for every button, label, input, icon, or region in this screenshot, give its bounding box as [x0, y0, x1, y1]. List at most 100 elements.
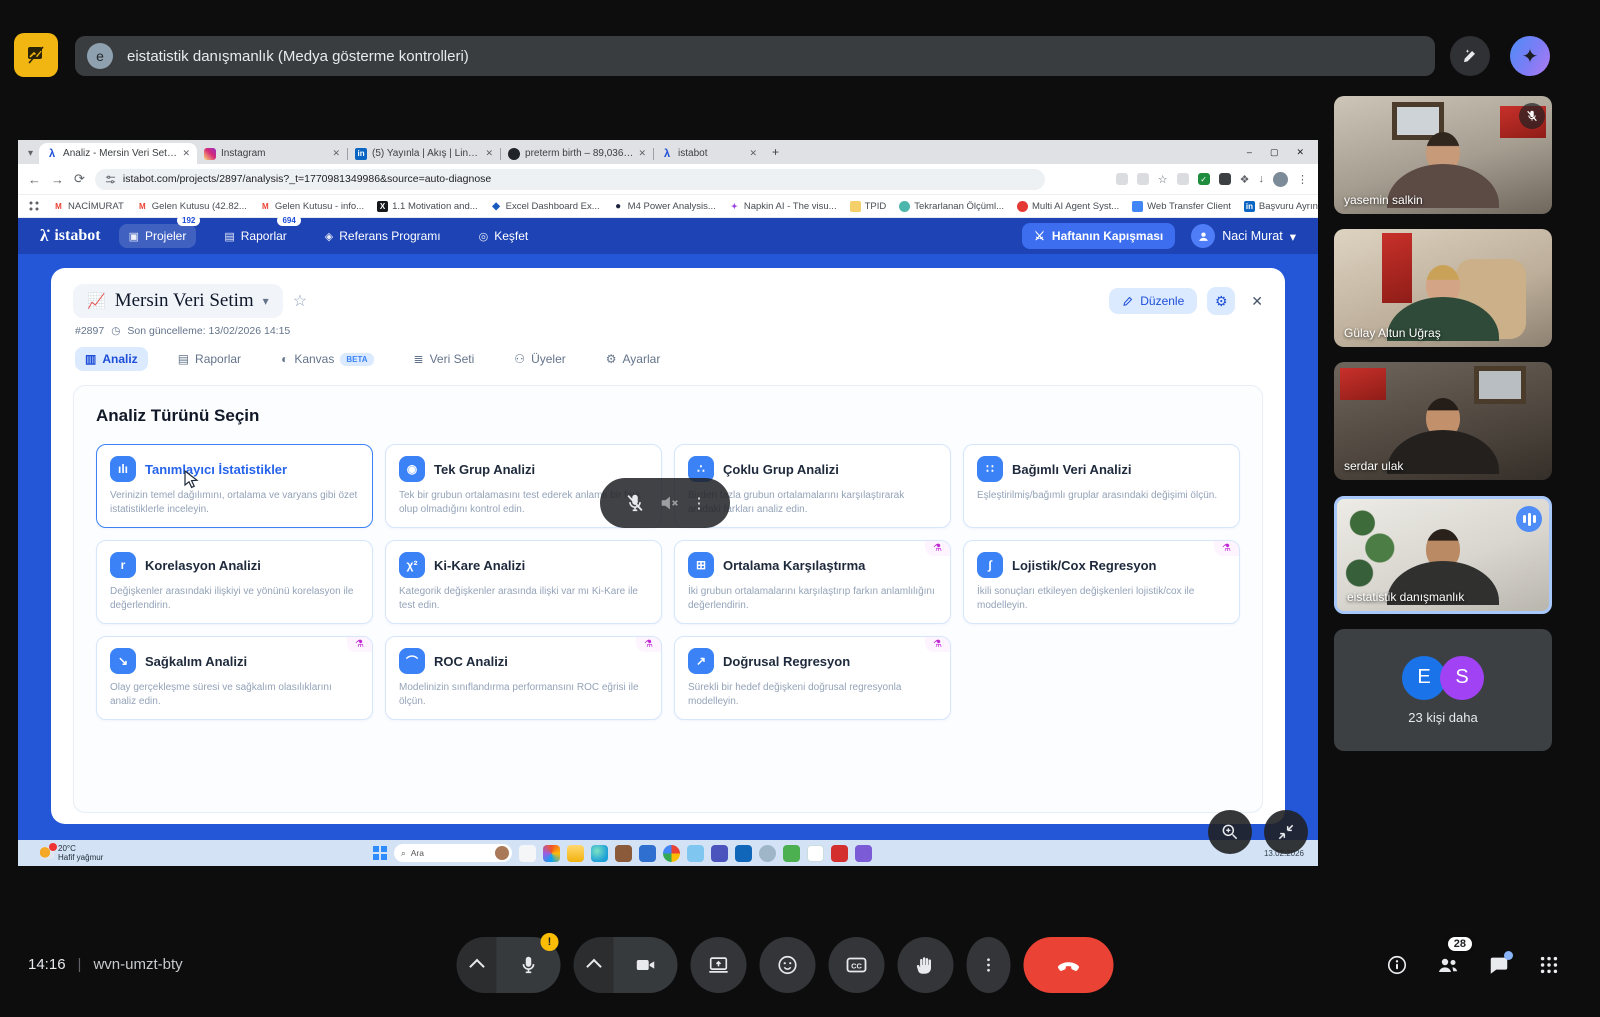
end-call-button[interactable]	[1024, 937, 1114, 993]
taskbar-app-istabot[interactable]	[807, 845, 824, 862]
bookmark-item[interactable]: Web Transfer Client	[1132, 201, 1231, 212]
taskbar-app-notes[interactable]	[519, 845, 536, 862]
edit-button[interactable]: Düzenle	[1109, 288, 1197, 314]
card-lojistik-cox-regresyon[interactable]: ⚗ ∫Lojistik/Cox Regresyon İkili sonuçlar…	[963, 540, 1240, 624]
apps-shortcut-icon[interactable]	[28, 200, 40, 212]
chat-button[interactable]	[1488, 954, 1510, 976]
close-project-icon[interactable]: ✕	[1251, 293, 1263, 310]
taskbar-app-n[interactable]	[831, 845, 848, 862]
taskbar-app-chrome[interactable]	[663, 845, 680, 862]
taskbar-weather[interactable]: 20°CHafif yağmur	[40, 844, 103, 862]
meeting-info-button[interactable]	[1386, 954, 1408, 976]
browser-menu-icon[interactable]: ⋮	[1297, 173, 1308, 186]
task-extension-icon[interactable]: ✓	[1198, 173, 1210, 185]
weekly-battle-button[interactable]: ⚔ Haftanın Kapışması	[1022, 223, 1175, 249]
card-dogrusal-regresyon[interactable]: ⚗ ↗Doğrusal Regresyon Sürekli bir hedef …	[674, 636, 951, 720]
participant-tile-eistatistik[interactable]: eistatistik danışmanlık	[1334, 496, 1552, 614]
browser-tab-active[interactable]: λ Analiz - Mersin Veri Setim | ista ✕	[39, 143, 197, 164]
back-icon[interactable]: ←	[28, 172, 41, 187]
minimize-window-icon[interactable]: –	[1247, 147, 1252, 157]
mic-off-icon[interactable]	[624, 492, 646, 514]
media-controls-icon[interactable]	[14, 33, 58, 77]
speaker-off-icon[interactable]	[658, 492, 680, 514]
captions-button[interactable]: CC	[829, 937, 885, 993]
bookmark-item[interactable]: MGelen Kutusu - info...	[260, 201, 364, 212]
forward-icon[interactable]: →	[51, 172, 64, 187]
maximize-window-icon[interactable]: ▢	[1270, 147, 1279, 158]
taskbar-app-photos[interactable]	[687, 845, 704, 862]
browser-tab-istabot[interactable]: λ istabot ✕	[654, 143, 764, 164]
tab-veri-seti[interactable]: ≣Veri Seti	[404, 347, 485, 371]
participant-tile-serdar[interactable]: serdar ulak	[1334, 362, 1552, 480]
windows-start-button[interactable]	[373, 846, 387, 860]
participant-tile-yasemin[interactable]: yasemin salkin	[1334, 96, 1552, 214]
tab-ayarlar[interactable]: ⚙Ayarlar	[596, 347, 671, 371]
taskbar-app-globe[interactable]	[759, 845, 776, 862]
gemini-button[interactable]: ✦	[1510, 36, 1550, 76]
more-options-button[interactable]	[967, 937, 1011, 993]
address-bar[interactable]: istabot.com/projects/2897/analysis?_t=17…	[95, 169, 1045, 190]
tab-uyeler[interactable]: ⚇Üyeler	[504, 347, 575, 371]
reload-icon[interactable]: ⟳	[74, 171, 85, 187]
card-bagimli-veri-analizi[interactable]: ∷Bağımlı Veri Analizi Eşleştirilmiş/bağı…	[963, 444, 1240, 528]
close-tab-icon[interactable]: ✕	[485, 148, 493, 159]
close-tab-icon[interactable]: ✕	[749, 148, 757, 159]
bookmark-item[interactable]: ✦Napkin AI - The visu...	[729, 201, 837, 212]
nav-projeler[interactable]: ▣ Projeler 192	[119, 224, 197, 248]
browser-tab-instagram[interactable]: Instagram ✕	[197, 143, 347, 164]
bookmark-item[interactable]: inBaşvuru Ayrıntıları |...	[1244, 201, 1318, 212]
media-icon[interactable]	[1177, 173, 1189, 185]
participants-button[interactable]: 28	[1436, 953, 1460, 977]
taskbar-app-stats[interactable]	[783, 845, 800, 862]
passwords-icon[interactable]	[1116, 173, 1128, 185]
card-tanimlayici-istatistikler[interactable]: ılıTanımlayıcı İstatistikler Verinizin t…	[96, 444, 373, 528]
nav-kesfet[interactable]: ◎ Keşfet	[469, 224, 539, 248]
taskbar-app-briefcase[interactable]	[615, 845, 632, 862]
share-controls-menu-icon[interactable]: ⋮	[692, 494, 707, 512]
mic-options-button[interactable]	[457, 937, 497, 993]
bookmark-star-icon[interactable]: ☆	[1158, 173, 1168, 186]
browser-tab-linkedin[interactable]: in (5) Yayınla | Akış | LinkedIn ✕	[348, 143, 500, 164]
taskbar-app-teams[interactable]	[711, 845, 728, 862]
tab-kanvas[interactable]: ◐KanvasBETA	[271, 347, 383, 371]
project-settings-button[interactable]: ⚙	[1207, 287, 1235, 315]
taskbar-app-explorer[interactable]	[567, 845, 584, 862]
presentation-title-pill[interactable]: e eistatistik danışmanlık (Medya gösterm…	[75, 36, 1435, 76]
bookmark-item[interactable]: ◆Excel Dashboard Ex...	[491, 201, 600, 212]
zoom-in-button[interactable]	[1208, 810, 1252, 854]
taskbar-app-media[interactable]	[855, 845, 872, 862]
new-tab-button[interactable]: +	[772, 145, 779, 159]
taskbar-search[interactable]: ⌕ Ara	[394, 844, 512, 862]
close-tab-icon[interactable]: ✕	[182, 148, 190, 159]
close-tab-icon[interactable]: ✕	[332, 148, 340, 159]
card-ortalama-karsilastirma[interactable]: ⚗ ⊞Ortalama Karşılaştırma İki grubun ort…	[674, 540, 951, 624]
card-sagkalim-analizi[interactable]: ⚗ ↘Sağkalım Analizi Olay gerçekleşme sür…	[96, 636, 373, 720]
card-korelasyon-analizi[interactable]: rKorelasyon Analizi Değişkenler arasında…	[96, 540, 373, 624]
close-tab-icon[interactable]: ✕	[638, 148, 646, 159]
bookmark-folder[interactable]: TPID	[850, 201, 887, 212]
tab-raporlar[interactable]: ▤Raporlar	[168, 347, 251, 371]
taskbar-app-copilot[interactable]	[543, 845, 560, 862]
take-notes-button[interactable]	[1450, 36, 1490, 76]
nav-raporlar[interactable]: ▤ Raporlar 694	[214, 224, 296, 248]
mic-button[interactable]: !	[497, 937, 561, 993]
user-menu[interactable]: Naci Murat ▾	[1191, 224, 1296, 248]
extensions-puzzle-icon[interactable]: ❖	[1240, 173, 1250, 186]
minimize-presentation-button[interactable]	[1264, 810, 1308, 854]
browser-tab-search[interactable]: preterm birth – 89,036 – Web o ✕	[501, 143, 653, 164]
card-roc-analizi[interactable]: ⚗ ⌒ROC Analizi Modelinizin sınıflandırma…	[385, 636, 662, 720]
camera-options-button[interactable]	[574, 937, 614, 993]
bookmark-item[interactable]: Multi AI Agent Syst...	[1017, 201, 1119, 212]
project-title-dropdown[interactable]: 📈 Mersin Veri Setim ▾	[73, 284, 283, 318]
privacy-icon[interactable]	[1137, 173, 1149, 185]
taskbar-app-edge[interactable]	[591, 845, 608, 862]
bug-extension-icon[interactable]	[1219, 173, 1231, 185]
bookmark-item[interactable]: MGelen Kutusu (42.82...	[137, 201, 247, 212]
participant-tile-gulay[interactable]: Gülay Altun Uğraş	[1334, 229, 1552, 347]
bookmark-item[interactable]: X1.1 Motivation and...	[377, 201, 478, 212]
bookmark-item[interactable]: MNACİMURAT	[53, 201, 124, 212]
tab-analiz[interactable]: ▥Analiz	[75, 347, 148, 371]
taskbar-app-mail[interactable]	[639, 845, 656, 862]
browser-profile-avatar[interactable]	[1273, 172, 1288, 187]
reactions-button[interactable]	[760, 937, 816, 993]
